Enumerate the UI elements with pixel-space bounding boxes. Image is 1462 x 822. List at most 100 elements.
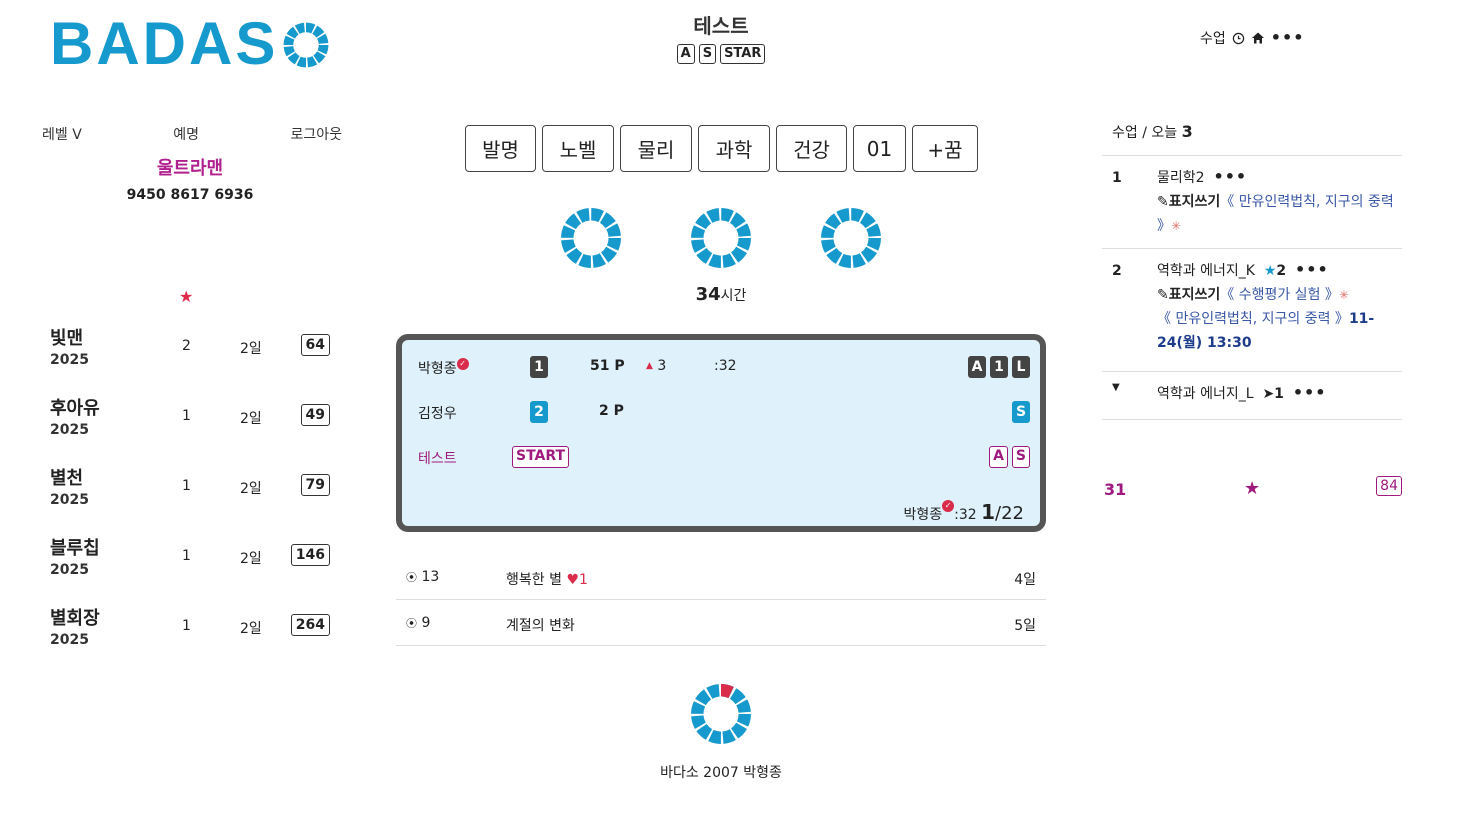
class-link[interactable]: 수업 (1200, 28, 1226, 48)
category-button-health[interactable]: 건강 (776, 125, 847, 172)
class-number: 1 (1112, 170, 1122, 186)
ranking-year: 2025 (50, 632, 89, 648)
heart-icon: ♥ (566, 572, 579, 588)
loading-icon: ✳ (1338, 288, 1349, 302)
divider (1102, 419, 1402, 420)
score-row[interactable]: 박형종 ✓ 1 51 P ▲ 3 :32 A 1 L (412, 354, 1030, 380)
ranking-count: 1 (182, 478, 191, 494)
total-hours: 34시간 (620, 284, 822, 305)
profile-name[interactable]: 울트라맨 (90, 154, 290, 180)
cover-write-link[interactable]: 표지쓰기 (1169, 287, 1221, 303)
topic-link[interactable]: 《 수행평가 실험 》 (1220, 287, 1339, 303)
category-button-nobel[interactable]: 노벨 (542, 125, 614, 172)
logo-ring-icon (283, 22, 329, 68)
badaso-logo[interactable]: BADAS (50, 14, 330, 74)
clock-icon[interactable] (1232, 32, 1245, 45)
progress-ring-icon[interactable] (690, 683, 752, 745)
badge-star: STAR (720, 44, 766, 64)
category-button-01[interactable]: 01 (853, 125, 906, 172)
rank-badge: 1 (530, 356, 548, 378)
tag-group: A 1 L (968, 356, 1030, 378)
ranking-score: 79 (300, 474, 330, 496)
hours-unit: 시간 (720, 288, 747, 304)
more-menu-icon[interactable]: ••• (1295, 260, 1329, 279)
rank-badge: 2 (530, 401, 548, 423)
ranking-days: 2일 (240, 411, 262, 427)
ranking-row[interactable]: 별회장 2025 1 2일 264 (50, 604, 340, 674)
trend: ▲ 3 (646, 358, 667, 374)
tag-group: A S (989, 446, 1030, 468)
ranking-score: 64 (300, 334, 330, 356)
lesson-title: 계절의 변화 (506, 618, 575, 634)
more-menu-icon[interactable]: ••• (1293, 383, 1327, 402)
star-icon[interactable]: ★ (1244, 478, 1260, 499)
ranking-count: 1 (182, 618, 191, 634)
badge-s: S (698, 44, 717, 64)
category-button-invention[interactable]: 발명 (465, 125, 536, 172)
class-item[interactable]: 1 물리학2 ••• ✎표지쓰기《 만유인력법칙, 지구의 중력 》✳ (1102, 166, 1402, 248)
verified-icon: ✓ (456, 358, 469, 370)
ranking-row[interactable]: 별천 2025 1 2일 79 (50, 464, 340, 534)
divider (1102, 371, 1402, 372)
star-icon[interactable]: ★ (179, 287, 193, 306)
ranking-score: 264 (290, 614, 330, 636)
footer-name: 박형종 (903, 507, 943, 523)
class-title: 물리학2 (1157, 170, 1205, 186)
ranking-year: 2025 (50, 352, 89, 368)
category-buttons: 발명 노벨 물리 과학 건강 01 +꿈 (465, 125, 978, 172)
footer-credit: 바다소 2007 박형종 (660, 765, 782, 781)
footer-left-count: 31 (1104, 480, 1127, 499)
page-title: 테스트 (693, 14, 749, 38)
ranking-count: 1 (182, 548, 191, 564)
progress-rings (560, 207, 882, 269)
ranking-count: 2 (182, 338, 191, 354)
ranking-year: 2025 (50, 492, 89, 508)
ranking-days: 2일 (240, 341, 262, 357)
tag-s: S (1012, 401, 1030, 423)
ranking-row[interactable]: 후아유 2025 1 2일 49 (50, 394, 340, 464)
ranking-name: 블루칩 (50, 538, 100, 559)
category-button-science[interactable]: 과학 (698, 125, 770, 172)
cover-write-link[interactable]: 표지쓰기 (1169, 194, 1221, 210)
logo-text: BADAS (50, 10, 279, 77)
ranking-score: 49 (300, 404, 330, 426)
panel-footer: 박형종✓:32 1/22 (412, 500, 1030, 526)
class-item[interactable]: 2 역학과 에너지_K ★2 ••• ✎표지쓰기《 수행평가 실험 》✳ 《 만… (1102, 259, 1402, 371)
badge-a: A (676, 44, 695, 64)
progress-ring-icon[interactable] (560, 207, 622, 269)
ranking-name: 별회장 (50, 608, 100, 629)
tag-s: S (1011, 446, 1030, 468)
ranking-row[interactable]: 블루칩 2025 1 2일 146 (50, 534, 340, 604)
up-arrow-icon: ▲ (646, 361, 653, 371)
home-icon[interactable] (1251, 31, 1265, 45)
loading-icon: ✳ (1171, 219, 1182, 233)
ranking-days: 2일 (240, 481, 262, 497)
today-classes-header: 수업 / 오늘 3 (1112, 122, 1193, 141)
category-button-dream[interactable]: +꿈 (912, 125, 978, 172)
time: :32 (714, 358, 737, 374)
score-row[interactable]: 김정우 2 2 P S (412, 399, 1030, 425)
class-item[interactable]: ▼ 역학과 에너지_L ➤1 ••• (1102, 382, 1402, 420)
level-link[interactable]: 레벨 V (42, 124, 82, 144)
lesson-row[interactable]: ⦿ 9 계절의 변화 5일 (396, 600, 1046, 646)
start-button[interactable]: START (512, 446, 570, 468)
ranking-row[interactable]: 빛맨 2025 2 2일 64 (50, 324, 340, 394)
progress-ring-icon[interactable] (820, 207, 882, 269)
score-row[interactable]: 테스트 START A S (412, 444, 1030, 470)
caret-down-icon[interactable]: ▼ (1112, 382, 1120, 393)
topic-link[interactable]: 《 만유인력법칙, 지구의 중력 》 (1157, 311, 1349, 327)
verified-icon: ✓ (942, 500, 955, 512)
tag-l: L (1012, 356, 1030, 378)
lesson-row[interactable]: ⦿ 13 행복한 별 ♥1 4일 (396, 554, 1046, 600)
lesson-title: 행복한 별 (506, 572, 562, 588)
class-number: 2 (1112, 263, 1122, 279)
more-menu-icon[interactable]: ••• (1271, 30, 1305, 46)
progress-ring-icon[interactable] (690, 207, 752, 269)
honor-link[interactable]: 예명 (173, 124, 199, 144)
category-button-physics[interactable]: 물리 (620, 125, 692, 172)
more-menu-icon[interactable]: ••• (1213, 167, 1247, 186)
hours-value: 34 (695, 284, 721, 305)
divider (1102, 248, 1402, 249)
logout-link[interactable]: 로그아웃 (290, 124, 342, 144)
tag-1: 1 (990, 356, 1008, 378)
